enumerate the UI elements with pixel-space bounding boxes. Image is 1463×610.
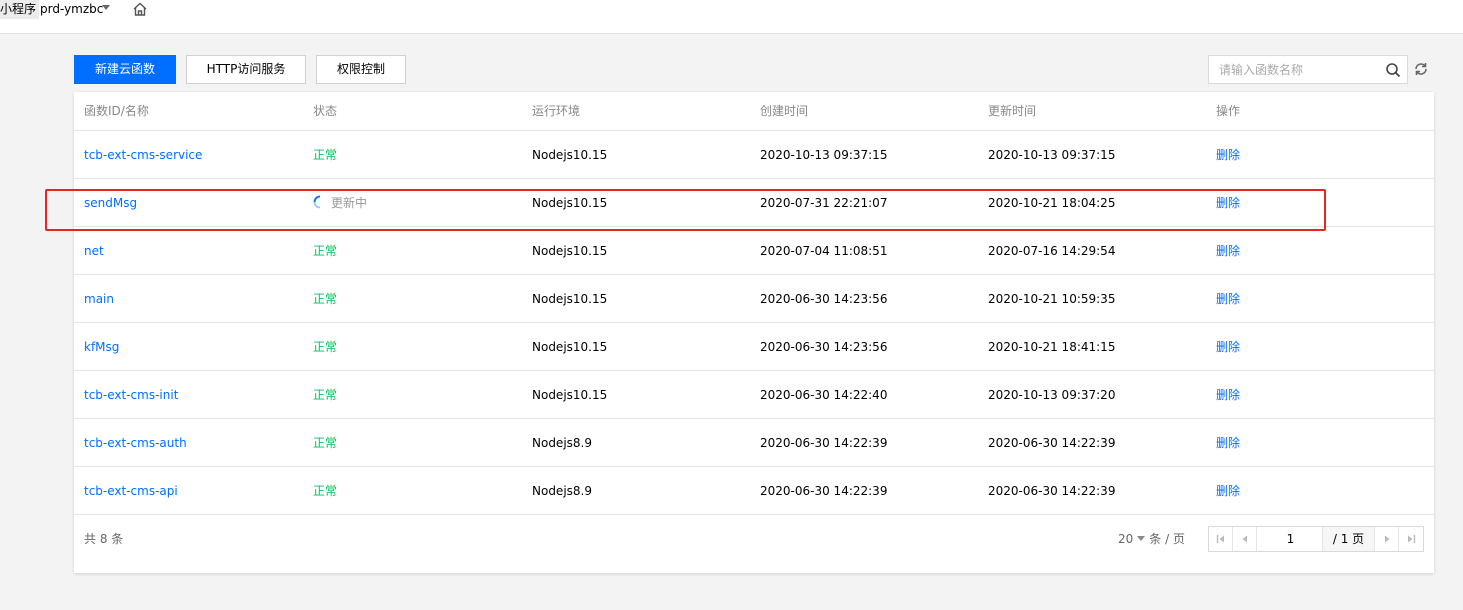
- created-time: 2020-07-31 22:21:07: [760, 196, 888, 210]
- table-row: tcb-ext-cms-auth 正常 Nodejs8.9 2020-06-30…: [74, 419, 1434, 467]
- pagination: / 1 页: [1208, 526, 1424, 552]
- runtime-text: Nodejs10.15: [532, 388, 608, 402]
- permission-control-button[interactable]: 权限控制: [316, 55, 406, 84]
- function-name-link[interactable]: tcb-ext-cms-service: [84, 131, 202, 179]
- header-action: 操作: [1216, 104, 1241, 118]
- updated-time: 2020-06-30 14:22:39: [988, 436, 1116, 450]
- status-text: 正常: [313, 340, 338, 354]
- last-page-icon: [1408, 535, 1416, 543]
- env-selector[interactable]: prd-ymzbc: [40, 0, 103, 19]
- total-count: 共 8 条: [84, 532, 124, 546]
- created-time: 2020-10-13 09:37:15: [760, 148, 888, 162]
- created-time: 2020-06-30 14:22:39: [760, 436, 888, 450]
- delete-link[interactable]: 删除: [1216, 323, 1240, 371]
- http-service-button[interactable]: HTTP访问服务: [186, 55, 306, 84]
- runtime-text: Nodejs10.15: [532, 244, 608, 258]
- header-created: 创建时间: [760, 104, 809, 118]
- table-row: tcb-ext-cms-service 正常 Nodejs10.15 2020-…: [74, 131, 1434, 179]
- refresh-icon[interactable]: [1413, 61, 1429, 77]
- status-text: 正常: [313, 244, 338, 258]
- created-time: 2020-06-30 14:22:39: [760, 484, 888, 498]
- app-label: 小程序: [0, 0, 40, 19]
- status-text: 正常: [313, 388, 338, 402]
- page-number-input[interactable]: [1259, 527, 1323, 551]
- page-size-value: 20: [1118, 532, 1134, 546]
- top-bar: 小程序 prd-ymzbc: [0, 0, 1463, 34]
- created-time: 2020-06-30 14:23:56: [760, 292, 888, 306]
- delete-link[interactable]: 删除: [1216, 467, 1240, 515]
- prev-page-button[interactable]: [1233, 527, 1257, 551]
- updated-time: 2020-10-21 10:59:35: [988, 292, 1116, 306]
- table-row: tcb-ext-cms-api 正常 Nodejs8.9 2020-06-30 …: [74, 467, 1434, 515]
- page-size-unit: 条 / 页: [1149, 532, 1185, 546]
- delete-link[interactable]: 删除: [1216, 275, 1240, 323]
- caret-down-icon[interactable]: [1137, 536, 1146, 541]
- updated-time: 2020-10-21 18:04:25: [988, 196, 1116, 210]
- header-name: 函数ID/名称: [84, 104, 149, 118]
- first-page-icon: [1216, 535, 1224, 543]
- loading-spinner-icon: [313, 195, 321, 209]
- status-text: 正常: [313, 148, 338, 162]
- runtime-text: Nodejs8.9: [532, 436, 592, 450]
- search-input[interactable]: [1209, 56, 1379, 83]
- table-row: kfMsg 正常 Nodejs10.15 2020-06-30 14:23:56…: [74, 323, 1434, 371]
- last-page-button[interactable]: [1399, 527, 1423, 551]
- page-size-selector[interactable]: 20 条 / 页: [1118, 528, 1185, 550]
- function-name-link[interactable]: main: [84, 275, 114, 323]
- function-name-link[interactable]: tcb-ext-cms-api: [84, 467, 178, 515]
- function-name-link[interactable]: net: [84, 227, 104, 275]
- created-time: 2020-06-30 14:23:56: [760, 340, 888, 354]
- header-updated: 更新时间: [988, 104, 1037, 118]
- table-row: main 正常 Nodejs10.15 2020-06-30 14:23:56 …: [74, 275, 1434, 323]
- function-name-link[interactable]: sendMsg: [84, 179, 137, 227]
- search-icon[interactable]: [1385, 62, 1401, 78]
- prev-page-icon: [1242, 535, 1247, 543]
- function-name-link[interactable]: tcb-ext-cms-init: [84, 371, 178, 419]
- updated-time: 2020-10-13 09:37:20: [988, 388, 1116, 402]
- header-runtime: 运行环境: [532, 104, 581, 118]
- home-icon[interactable]: [132, 1, 148, 17]
- status-text: 更新中: [331, 196, 368, 210]
- runtime-text: Nodejs10.15: [532, 292, 608, 306]
- table-row: sendMsg 更新中 Nodejs10.15 2020-07-31 22:21…: [74, 179, 1434, 227]
- table-row: tcb-ext-cms-init 正常 Nodejs10.15 2020-06-…: [74, 371, 1434, 419]
- function-table-panel: 函数ID/名称 状态 运行环境 创建时间 更新时间 操作 tcb-ext-cms…: [74, 92, 1434, 573]
- updated-time: 2020-10-21 18:41:15: [988, 340, 1116, 354]
- function-name-link[interactable]: tcb-ext-cms-auth: [84, 419, 187, 467]
- table-row: net 正常 Nodejs10.15 2020-07-04 11:08:51 2…: [74, 227, 1434, 275]
- search-box: [1208, 55, 1408, 84]
- status-text: 正常: [313, 436, 338, 450]
- delete-link[interactable]: 删除: [1216, 419, 1240, 467]
- updated-time: 2020-07-16 14:29:54: [988, 244, 1116, 258]
- runtime-text: Nodejs10.15: [532, 340, 608, 354]
- runtime-text: Nodejs8.9: [532, 484, 592, 498]
- next-page-icon: [1385, 535, 1390, 543]
- status-cell: 更新中: [313, 179, 367, 227]
- delete-link[interactable]: 删除: [1216, 227, 1240, 275]
- function-name-link[interactable]: kfMsg: [84, 323, 119, 371]
- runtime-text: Nodejs10.15: [532, 148, 608, 162]
- new-function-button[interactable]: 新建云函数: [74, 55, 176, 84]
- created-time: 2020-07-04 11:08:51: [760, 244, 888, 258]
- updated-time: 2020-06-30 14:22:39: [988, 484, 1116, 498]
- next-page-button[interactable]: [1375, 527, 1399, 551]
- status-text: 正常: [313, 484, 338, 498]
- runtime-text: Nodejs10.15: [532, 196, 608, 210]
- updated-time: 2020-10-13 09:37:15: [988, 148, 1116, 162]
- total-pages: / 1 页: [1323, 527, 1375, 551]
- delete-link[interactable]: 删除: [1216, 179, 1240, 227]
- caret-down-icon[interactable]: [102, 5, 110, 10]
- delete-link[interactable]: 删除: [1216, 371, 1240, 419]
- created-time: 2020-06-30 14:22:40: [760, 388, 888, 402]
- delete-link[interactable]: 删除: [1216, 131, 1240, 179]
- header-status: 状态: [313, 104, 338, 118]
- first-page-button[interactable]: [1209, 527, 1233, 551]
- status-text: 正常: [313, 292, 338, 306]
- table-header: 函数ID/名称 状态 运行环境 创建时间 更新时间 操作: [74, 92, 1434, 131]
